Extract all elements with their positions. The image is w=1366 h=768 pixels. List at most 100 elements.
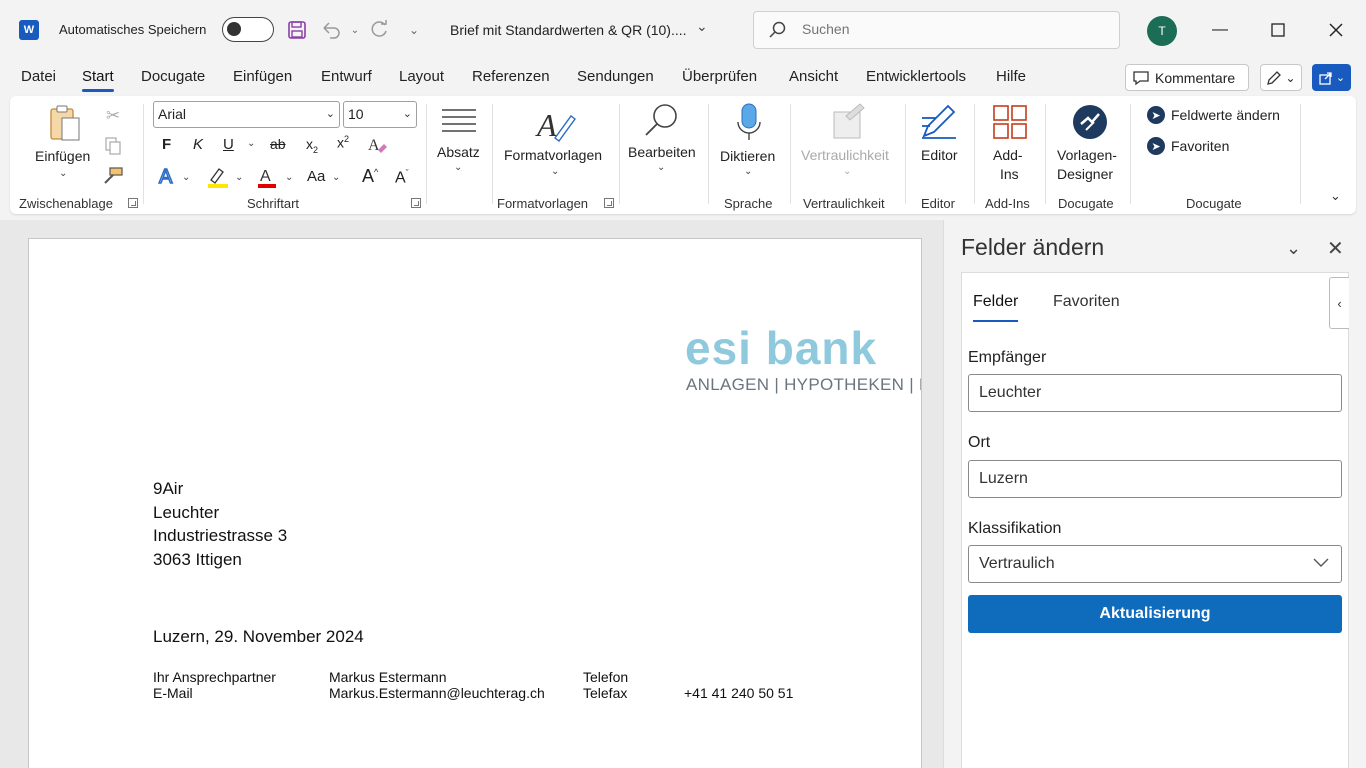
search-box[interactable] (753, 11, 1120, 49)
recipient-input[interactable]: Leuchter (968, 374, 1342, 412)
shrink-font-icon[interactable]: Aˇ (395, 168, 409, 187)
text-effects-icon[interactable]: A (157, 165, 179, 187)
strikethrough-button[interactable]: ab (270, 136, 286, 152)
group-divider (708, 104, 709, 204)
tab-start[interactable]: Start (82, 68, 114, 92)
tab-entwicklertools[interactable]: Entwicklertools (866, 68, 966, 85)
designer-label-1[interactable]: Vorlagen- (1057, 147, 1117, 163)
copy-icon[interactable] (103, 136, 123, 156)
superscript-icon[interactable]: x2 (337, 134, 349, 151)
undo-icon[interactable] (320, 18, 342, 42)
change-field-values-button[interactable]: ➤ Feldwerte ändern (1147, 106, 1280, 124)
chevron-down-icon[interactable]: ⌄ (696, 18, 708, 35)
highlight-icon[interactable] (206, 165, 230, 189)
chevron-down-icon[interactable]: ⌄ (285, 172, 293, 183)
tab-datei[interactable]: Datei (21, 68, 56, 85)
chevron-down-icon[interactable]: ⌄ (843, 166, 851, 177)
format-painter-icon[interactable] (102, 166, 124, 186)
comments-button[interactable]: Kommentare (1125, 64, 1249, 91)
underline-button[interactable]: U (223, 136, 234, 153)
document-canvas[interactable]: esi bank ANLAGEN | HYPOTHEKEN | K 9Air L… (0, 220, 943, 768)
redo-icon[interactable] (368, 18, 390, 42)
dictate-label[interactable]: Diktieren (720, 148, 775, 164)
customize-toolbar-icon[interactable]: ⌄ (403, 18, 425, 42)
location-input[interactable]: Luzern (968, 460, 1342, 498)
clipboard-launcher-icon[interactable] (128, 198, 138, 208)
chevron-down-icon[interactable]: ⌄ (235, 172, 243, 183)
tab-felder[interactable]: Felder (973, 293, 1019, 322)
subscript-icon[interactable]: x2 (306, 136, 318, 155)
paragraph-label[interactable]: Absatz (437, 144, 480, 160)
styles-icon[interactable]: A (535, 104, 577, 144)
grow-font-icon[interactable]: A^ (362, 166, 378, 187)
tab-docugate[interactable]: Docugate (141, 68, 205, 85)
share-button[interactable]: ⌄ (1312, 64, 1351, 91)
save-icon[interactable] (286, 18, 308, 42)
editor-label[interactable]: Editor (921, 147, 958, 163)
chevron-down-icon[interactable]: ⌄ (657, 162, 665, 173)
styles-label[interactable]: Formatvorlagen (504, 147, 602, 163)
font-size-select[interactable]: 10 ⌄ (343, 101, 417, 128)
paste-label[interactable]: Einfügen (35, 148, 90, 164)
change-case-button[interactable]: Aa (307, 168, 325, 185)
ribbon-expand-chevron-icon[interactable]: ⌄ (1330, 188, 1341, 204)
italic-button[interactable]: K (193, 136, 203, 153)
chevron-down-icon[interactable]: ⌄ (332, 172, 340, 183)
minimize-icon[interactable]: — (1208, 18, 1232, 42)
avatar[interactable]: T (1147, 16, 1177, 46)
editing-label[interactable]: Bearbeiten (628, 144, 696, 160)
editor-icon[interactable] (920, 102, 958, 142)
chevron-down-icon[interactable]: ⌄ (247, 138, 255, 149)
tab-layout[interactable]: Layout (399, 68, 444, 85)
classification-select[interactable]: Vertraulich (968, 545, 1342, 583)
tab-ueberpruefen[interactable]: Überprüfen (682, 68, 757, 85)
tab-sendungen[interactable]: Sendungen (577, 68, 654, 85)
paste-icon[interactable] (48, 104, 82, 144)
close-icon[interactable]: ✕ (1327, 236, 1344, 261)
tab-hilfe[interactable]: Hilfe (996, 68, 1026, 85)
bold-button[interactable]: F (162, 136, 171, 153)
document-title[interactable]: Brief mit Standardwerten & QR (10).... (450, 22, 687, 38)
tab-referenzen[interactable]: Referenzen (472, 68, 550, 85)
autosave-toggle[interactable] (222, 17, 274, 42)
paragraph-icon[interactable] (440, 106, 478, 136)
addins-label-1[interactable]: Add- (993, 147, 1023, 163)
search-input[interactable] (802, 21, 1102, 37)
styles-launcher-icon[interactable] (604, 198, 614, 208)
clear-formatting-icon[interactable]: A (366, 134, 388, 156)
template-designer-icon[interactable] (1072, 104, 1108, 140)
chevron-left-icon[interactable]: ‹ (1329, 277, 1349, 329)
chevron-down-icon[interactable]: ⌄ (551, 166, 559, 177)
font-name-select[interactable]: Arial ⌄ (153, 101, 340, 128)
chevron-down-icon[interactable]: ⌄ (454, 162, 462, 173)
chevron-down-icon[interactable]: ⌄ (182, 172, 190, 183)
tab-entwurf[interactable]: Entwurf (321, 68, 372, 85)
addins-label-2[interactable]: Ins (1000, 166, 1019, 182)
microphone-icon[interactable] (734, 102, 764, 144)
comments-label: Kommentare (1155, 69, 1236, 86)
chevron-down-icon[interactable]: ⌄ (1286, 238, 1301, 259)
tab-ansicht[interactable]: Ansicht (789, 68, 838, 85)
sensitivity-icon[interactable] (832, 102, 866, 140)
search-icon[interactable] (643, 102, 681, 140)
addins-icon[interactable] (992, 104, 1028, 140)
chevron-down-icon[interactable]: ⌄ (744, 166, 752, 177)
favorites-label: Favoriten (1171, 138, 1230, 154)
document-page[interactable]: esi bank ANLAGEN | HYPOTHEKEN | K 9Air L… (28, 238, 922, 768)
font-color-icon[interactable]: A (256, 165, 278, 189)
cut-icon[interactable]: ✂ (106, 106, 120, 126)
font-launcher-icon[interactable] (411, 198, 421, 208)
maximize-icon[interactable] (1266, 18, 1290, 42)
close-icon[interactable] (1324, 18, 1348, 42)
editing-mode-button[interactable]: ⌄ (1260, 64, 1302, 91)
update-button[interactable]: Aktualisierung (968, 595, 1342, 633)
tab-einfuegen[interactable]: Einfügen (233, 68, 292, 85)
sensitivity-label[interactable]: Vertraulichkeit (801, 147, 889, 163)
letter-date[interactable]: Luzern, 29. November 2024 (153, 627, 364, 647)
designer-label-2[interactable]: Designer (1057, 166, 1113, 182)
undo-dropdown-icon[interactable]: ⌄ (344, 18, 366, 42)
favorites-button[interactable]: ➤ Favoriten (1147, 137, 1229, 155)
chevron-down-icon[interactable]: ⌄ (59, 168, 67, 179)
recipient-address[interactable]: 9Air Leuchter Industriestrasse 3 3063 It… (153, 477, 287, 571)
tab-favoriten[interactable]: Favoriten (1053, 293, 1120, 311)
